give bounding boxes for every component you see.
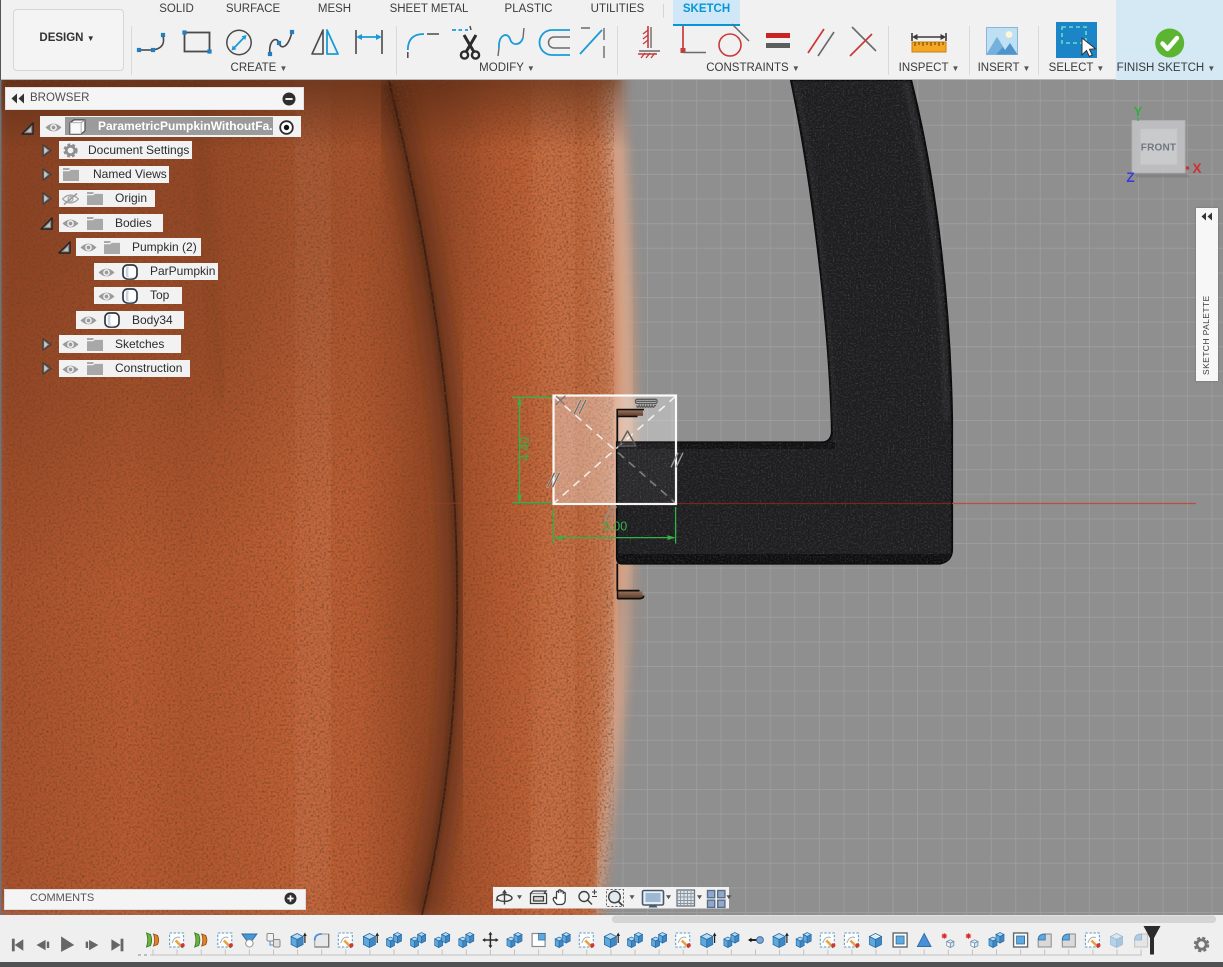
svg-text:FRONT: FRONT bbox=[1141, 143, 1176, 154]
svg-text:Z: Z bbox=[1126, 170, 1134, 185]
svg-text:X: X bbox=[1192, 161, 1201, 176]
svg-text:5.00: 5.00 bbox=[603, 520, 627, 534]
svg-text:Y: Y bbox=[1134, 104, 1143, 119]
svg-text:4.40: 4.40 bbox=[518, 437, 532, 461]
